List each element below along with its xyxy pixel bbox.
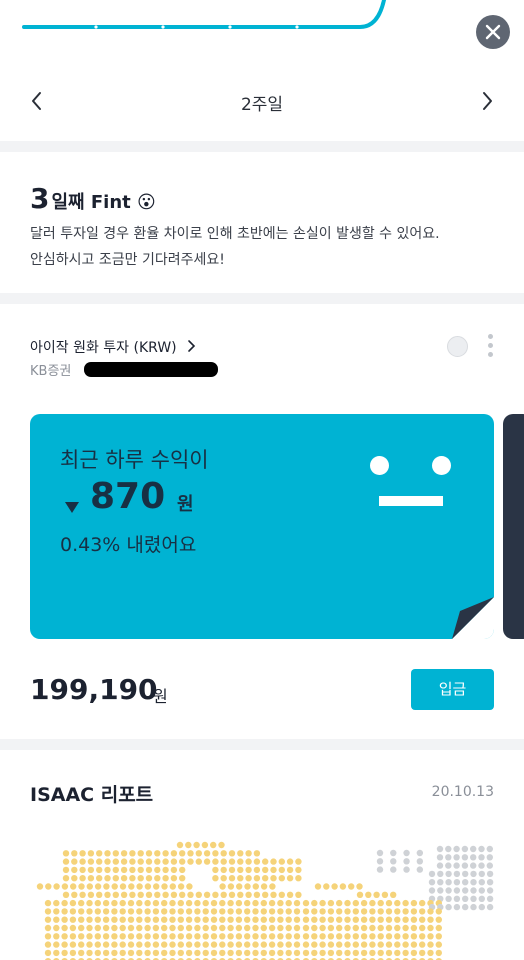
deposit-button[interactable]: 입금 xyxy=(411,669,494,710)
redacted-account-number xyxy=(84,362,218,377)
day-suffix: 일째 Fint xyxy=(51,192,131,213)
close-button[interactable] xyxy=(476,15,510,49)
page-fold-icon xyxy=(452,597,494,639)
more-options-icon[interactable] xyxy=(484,334,496,360)
history-chart xyxy=(22,0,386,29)
section-divider xyxy=(0,739,524,750)
report-date: 20.10.13 xyxy=(431,784,494,800)
status-indicator xyxy=(447,336,468,357)
daily-profit-unit: 원 xyxy=(177,494,194,515)
face-mouth-icon xyxy=(379,496,443,506)
fint-message-line: 달러 투자일 경우 환율 차이로 인해 초반에는 손실이 발생할 수 있어요. xyxy=(30,226,440,242)
report-title: ISAAC 리포트 xyxy=(30,784,154,806)
account-name: 아이작 원화 투자 (KRW) xyxy=(30,340,177,356)
chevron-right-icon xyxy=(188,340,196,352)
fint-message: 달러 투자일 경우 환율 차이로 인해 초반에는 손실이 발생할 수 있어요. … xyxy=(30,221,510,273)
fint-message-line: 안심하시고 조금만 기다려주세요! xyxy=(30,252,225,268)
week-title: 2주일 xyxy=(240,95,284,115)
chevron-right-icon[interactable] xyxy=(474,88,500,114)
total-balance: 199,190 xyxy=(30,673,158,706)
face-eye-icon xyxy=(432,456,451,475)
section-divider xyxy=(0,141,524,152)
daily-profit-amount: 870 xyxy=(90,476,166,517)
down-triangle-icon xyxy=(65,502,79,513)
daily-profit-label: 최근 하루 수익이 xyxy=(60,448,209,472)
day-number: 3 xyxy=(30,182,50,215)
daily-profit-card[interactable]: 최근 하루 수익이 870 원 0.43% 내렸어요 xyxy=(30,414,494,639)
next-card-peek[interactable] xyxy=(503,414,524,639)
close-icon xyxy=(485,24,501,40)
fint-day-title: 3 일째 Fint 😮 xyxy=(30,182,156,215)
daily-profit-rate: 0.43% 내렸어요 xyxy=(60,534,197,556)
face-eye-icon xyxy=(370,456,389,475)
surprised-emoji-icon: 😮 xyxy=(137,192,156,213)
total-balance-unit: 원 xyxy=(153,687,168,706)
world-map-illustration xyxy=(36,841,494,960)
account-name-link[interactable]: 아이작 원화 투자 (KRW) xyxy=(30,337,199,357)
account-broker: KB증권 xyxy=(30,364,72,379)
section-divider xyxy=(0,293,524,304)
